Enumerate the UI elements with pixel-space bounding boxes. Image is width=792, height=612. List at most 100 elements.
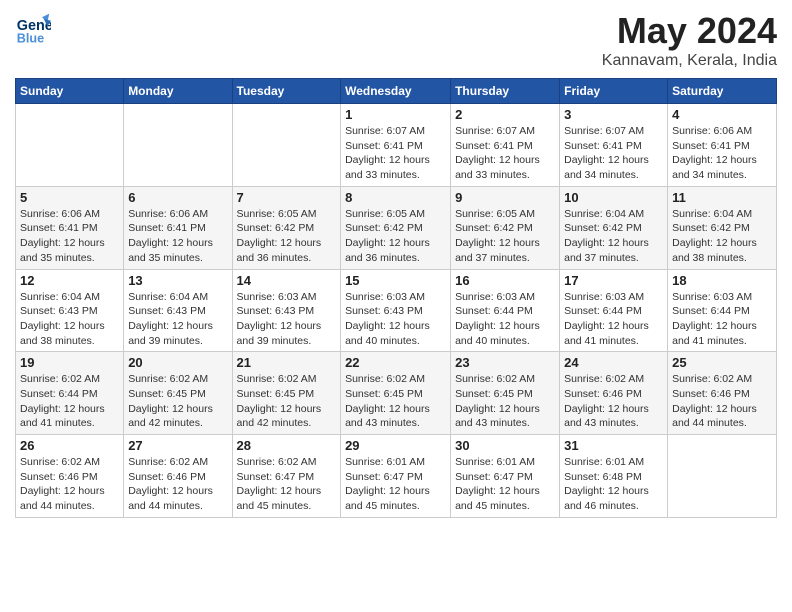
day-cell: 7 Sunrise: 6:05 AM Sunset: 6:42 PM Daylig… <box>232 186 341 269</box>
day-cell: 10Sunrise: 6:04 AM Sunset: 6:42 PM Dayli… <box>560 186 668 269</box>
day-number: 15 <box>345 273 446 288</box>
day-cell: 22 Sunrise: 6:02 AM Sunset: 6:45 PM Dayli… <box>341 352 451 435</box>
day-number: 6 <box>128 190 227 205</box>
logo-icon: General Blue <box>15 10 51 46</box>
day-info: Sunrise: 6:07 AM Sunset: 6:41 PM Dayligh… <box>345 124 446 183</box>
day-info: Sunrise: 6:02 AM Sunset: 6:46 PM Dayligh… <box>564 372 663 431</box>
day-info: Sunrise: 6:05 AM Sunset: 6:42 PM Dayligh… <box>345 207 446 266</box>
day-cell: 16 Sunrise: 6:03 AM Sunset: 6:44 PM Dayli… <box>451 269 560 352</box>
week-row-5: 26 Sunrise: 6:02 AM Sunset: 6:46 PM Dayli… <box>16 435 777 518</box>
day-cell: 6Sunrise: 6:06 AM Sunset: 6:41 PM Daylig… <box>124 186 232 269</box>
day-number: 13 <box>128 273 227 288</box>
day-info: Sunrise: 6:02 AM Sunset: 6:46 PM Dayligh… <box>20 455 119 514</box>
day-info: Sunrise: 6:04 AM Sunset: 6:42 PM Dayligh… <box>672 207 772 266</box>
week-row-2: 5 Sunrise: 6:06 AM Sunset: 6:41 PM Daylig… <box>16 186 777 269</box>
day-number: 22 <box>345 355 446 370</box>
day-info: Sunrise: 6:02 AM Sunset: 6:45 PM Dayligh… <box>128 372 227 431</box>
day-cell: 5 Sunrise: 6:06 AM Sunset: 6:41 PM Daylig… <box>16 186 124 269</box>
day-number: 25 <box>672 355 772 370</box>
day-cell: 3Sunrise: 6:07 AM Sunset: 6:41 PM Daylig… <box>560 104 668 187</box>
day-cell: 4Sunrise: 6:06 AM Sunset: 6:41 PM Daylig… <box>668 104 777 187</box>
day-info: Sunrise: 6:05 AM Sunset: 6:42 PM Dayligh… <box>237 207 337 266</box>
day-number: 17 <box>564 273 663 288</box>
day-info: Sunrise: 6:05 AM Sunset: 6:42 PM Dayligh… <box>455 207 555 266</box>
day-info: Sunrise: 6:02 AM Sunset: 6:45 PM Dayligh… <box>345 372 446 431</box>
day-info: Sunrise: 6:04 AM Sunset: 6:42 PM Dayligh… <box>564 207 663 266</box>
day-info: Sunrise: 6:06 AM Sunset: 6:41 PM Dayligh… <box>20 207 119 266</box>
day-number: 20 <box>128 355 227 370</box>
day-info: Sunrise: 6:04 AM Sunset: 6:43 PM Dayligh… <box>128 290 227 349</box>
day-info: Sunrise: 6:01 AM Sunset: 6:47 PM Dayligh… <box>345 455 446 514</box>
weekday-friday: Friday <box>560 79 668 104</box>
day-number: 27 <box>128 438 227 453</box>
day-number: 12 <box>20 273 119 288</box>
day-cell: 29 Sunrise: 6:01 AM Sunset: 6:47 PM Dayli… <box>341 435 451 518</box>
location-title: Kannavam, Kerala, India <box>602 52 777 70</box>
weekday-thursday: Thursday <box>451 79 560 104</box>
day-number: 9 <box>455 190 555 205</box>
day-number: 23 <box>455 355 555 370</box>
day-cell: 12 Sunrise: 6:04 AM Sunset: 6:43 PM Dayli… <box>16 269 124 352</box>
day-info: Sunrise: 6:03 AM Sunset: 6:44 PM Dayligh… <box>455 290 555 349</box>
day-number: 14 <box>237 273 337 288</box>
day-info: Sunrise: 6:02 AM Sunset: 6:46 PM Dayligh… <box>128 455 227 514</box>
day-cell <box>16 104 124 187</box>
day-cell: 2 Sunrise: 6:07 AM Sunset: 6:41 PM Daylig… <box>451 104 560 187</box>
day-number: 24 <box>564 355 663 370</box>
day-number: 29 <box>345 438 446 453</box>
weekday-wednesday: Wednesday <box>341 79 451 104</box>
week-row-3: 12 Sunrise: 6:04 AM Sunset: 6:43 PM Dayli… <box>16 269 777 352</box>
weekday-tuesday: Tuesday <box>232 79 341 104</box>
day-number: 21 <box>237 355 337 370</box>
day-number: 3 <box>564 107 663 122</box>
day-cell: 1Sunrise: 6:07 AM Sunset: 6:41 PM Daylig… <box>341 104 451 187</box>
day-number: 7 <box>237 190 337 205</box>
title-block: May 2024 Kannavam, Kerala, India <box>602 10 777 70</box>
logo: General Blue <box>15 10 51 46</box>
day-cell <box>124 104 232 187</box>
day-cell: 13 Sunrise: 6:04 AM Sunset: 6:43 PM Dayli… <box>124 269 232 352</box>
day-number: 11 <box>672 190 772 205</box>
day-cell: 9 Sunrise: 6:05 AM Sunset: 6:42 PM Daylig… <box>451 186 560 269</box>
day-number: 31 <box>564 438 663 453</box>
day-cell <box>668 435 777 518</box>
day-cell: 24 Sunrise: 6:02 AM Sunset: 6:46 PM Dayli… <box>560 352 668 435</box>
day-cell: 28 Sunrise: 6:02 AM Sunset: 6:47 PM Dayli… <box>232 435 341 518</box>
day-number: 2 <box>455 107 555 122</box>
day-cell: 11 Sunrise: 6:04 AM Sunset: 6:42 PM Dayli… <box>668 186 777 269</box>
day-cell: 21 Sunrise: 6:02 AM Sunset: 6:45 PM Dayli… <box>232 352 341 435</box>
weekday-saturday: Saturday <box>668 79 777 104</box>
day-info: Sunrise: 6:03 AM Sunset: 6:44 PM Dayligh… <box>672 290 772 349</box>
day-cell: 8Sunrise: 6:05 AM Sunset: 6:42 PM Daylig… <box>341 186 451 269</box>
day-cell: 14Sunrise: 6:03 AM Sunset: 6:43 PM Dayli… <box>232 269 341 352</box>
day-cell: 19Sunrise: 6:02 AM Sunset: 6:44 PM Dayli… <box>16 352 124 435</box>
day-cell <box>232 104 341 187</box>
day-cell: 15 Sunrise: 6:03 AM Sunset: 6:43 PM Dayli… <box>341 269 451 352</box>
day-info: Sunrise: 6:02 AM Sunset: 6:46 PM Dayligh… <box>672 372 772 431</box>
day-cell: 23Sunrise: 6:02 AM Sunset: 6:45 PM Dayli… <box>451 352 560 435</box>
day-info: Sunrise: 6:01 AM Sunset: 6:47 PM Dayligh… <box>455 455 555 514</box>
day-number: 26 <box>20 438 119 453</box>
day-number: 18 <box>672 273 772 288</box>
day-number: 30 <box>455 438 555 453</box>
day-cell: 30 Sunrise: 6:01 AM Sunset: 6:47 PM Dayli… <box>451 435 560 518</box>
page-header: General Blue May 2024 Kannavam, Kerala, … <box>15 10 777 70</box>
day-info: Sunrise: 6:04 AM Sunset: 6:43 PM Dayligh… <box>20 290 119 349</box>
day-number: 5 <box>20 190 119 205</box>
day-number: 19 <box>20 355 119 370</box>
day-info: Sunrise: 6:02 AM Sunset: 6:45 PM Dayligh… <box>237 372 337 431</box>
svg-text:Blue: Blue <box>17 31 44 45</box>
month-title: May 2024 <box>602 10 777 52</box>
day-info: Sunrise: 6:07 AM Sunset: 6:41 PM Dayligh… <box>455 124 555 183</box>
day-info: Sunrise: 6:02 AM Sunset: 6:47 PM Dayligh… <box>237 455 337 514</box>
day-cell: 25 Sunrise: 6:02 AM Sunset: 6:46 PM Dayli… <box>668 352 777 435</box>
day-number: 28 <box>237 438 337 453</box>
day-cell: 27 Sunrise: 6:02 AM Sunset: 6:46 PM Dayli… <box>124 435 232 518</box>
day-number: 16 <box>455 273 555 288</box>
day-cell: 20 Sunrise: 6:02 AM Sunset: 6:45 PM Dayli… <box>124 352 232 435</box>
week-row-4: 19Sunrise: 6:02 AM Sunset: 6:44 PM Dayli… <box>16 352 777 435</box>
day-info: Sunrise: 6:06 AM Sunset: 6:41 PM Dayligh… <box>672 124 772 183</box>
day-info: Sunrise: 6:03 AM Sunset: 6:43 PM Dayligh… <box>345 290 446 349</box>
day-info: Sunrise: 6:01 AM Sunset: 6:48 PM Dayligh… <box>564 455 663 514</box>
day-cell: 31 Sunrise: 6:01 AM Sunset: 6:48 PM Dayli… <box>560 435 668 518</box>
